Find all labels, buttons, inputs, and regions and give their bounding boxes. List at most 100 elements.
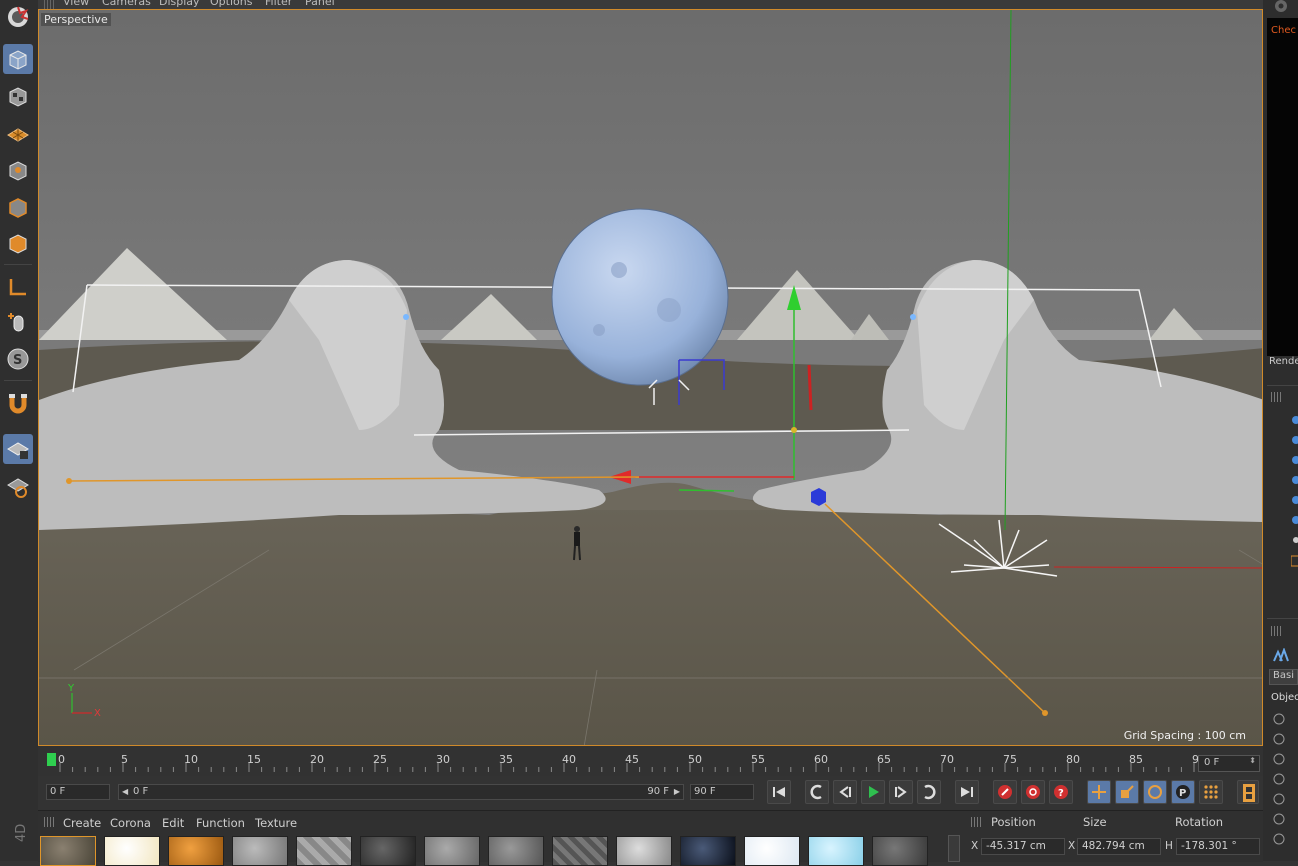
film-strip-icon[interactable] — [1237, 780, 1259, 804]
size-x-field[interactable]: 482.794 cm — [1077, 838, 1161, 855]
timeline-tick-label: 85 — [1129, 753, 1143, 766]
range-left-arrow-icon: ◀ — [122, 787, 129, 796]
perspective-viewport[interactable]: Perspective Y X Grid Spacing : 100 cm — [38, 9, 1263, 746]
render-check-text: Chec — [1271, 25, 1296, 36]
menu-corona[interactable]: Corona — [110, 816, 151, 830]
workplane-mode-icon[interactable] — [3, 118, 33, 148]
end-frame-field[interactable]: 90 F — [690, 784, 754, 800]
next-key-button[interactable] — [917, 780, 941, 804]
edges-mode-icon[interactable] — [3, 192, 33, 222]
key-parameter-icon[interactable]: P — [1171, 780, 1195, 804]
prev-key-button[interactable] — [805, 780, 829, 804]
timeline[interactable]: 051015202530354045505560657075808590 0 F… — [38, 746, 1263, 776]
grid-spacing-label: Grid Spacing : 100 cm — [1123, 729, 1246, 742]
range-slider[interactable]: ◀ 0 F 90 F ▶ — [118, 784, 684, 800]
locked-workplane-icon[interactable] — [3, 434, 33, 464]
svg-text:S: S — [13, 353, 22, 368]
timeline-tick-label: 5 — [121, 753, 128, 766]
material-swatch[interactable] — [296, 836, 352, 866]
timeline-tick-label: 0 — [58, 753, 65, 766]
svg-text:?: ? — [1058, 788, 1064, 799]
menu-view[interactable]: View — [63, 0, 89, 8]
timeline-tick-label: 65 — [877, 753, 891, 766]
material-swatch[interactable] — [360, 836, 416, 866]
material-swatch[interactable] — [168, 836, 224, 866]
start-frame-field[interactable]: 0 F — [46, 784, 110, 800]
key-rotation-icon[interactable] — [1143, 780, 1167, 804]
attributes-mode-icon[interactable] — [1273, 647, 1289, 662]
scene-render — [39, 10, 1262, 745]
timeline-tick-label: 50 — [688, 753, 702, 766]
axis-mode-icon[interactable] — [3, 272, 33, 302]
record-keys-icon[interactable] — [993, 780, 1017, 804]
model-mode-icon[interactable] — [3, 44, 33, 74]
app-corner-label: 4D — [14, 823, 29, 842]
goto-end-button[interactable] — [955, 780, 979, 804]
material-swatch[interactable] — [616, 836, 672, 866]
timeline-tick-label: 30 — [436, 753, 450, 766]
play-button[interactable] — [861, 780, 885, 804]
material-swatch[interactable] — [40, 836, 96, 866]
radio-list[interactable] — [1273, 712, 1285, 852]
material-swatch[interactable] — [424, 836, 480, 866]
menu-filter[interactable]: Filter — [265, 0, 292, 8]
next-frame-button[interactable] — [889, 780, 913, 804]
planar-workplane-icon[interactable] — [3, 472, 33, 502]
key-scale-icon[interactable] — [1115, 780, 1139, 804]
viewport-label[interactable]: Perspective — [41, 13, 111, 26]
key-position-icon[interactable] — [1087, 780, 1111, 804]
goto-start-button[interactable] — [767, 780, 791, 804]
rotation-h-label: H — [1165, 840, 1173, 852]
timeline-tick-label: 60 — [814, 753, 828, 766]
playhead-marker[interactable] — [47, 753, 56, 766]
axis-x-label: X — [94, 708, 101, 719]
tweak-mode-icon[interactable] — [3, 308, 33, 338]
timeline-tick-label: 80 — [1066, 753, 1080, 766]
current-frame-value: 0 F — [1204, 757, 1220, 768]
material-swatch[interactable] — [488, 836, 544, 866]
menu-panel[interactable]: Panel — [305, 0, 335, 8]
keyframe-help-icon[interactable]: ? — [1049, 780, 1073, 804]
material-swatch[interactable] — [680, 836, 736, 866]
material-swatch[interactable] — [232, 836, 288, 866]
timeline-tick-label: 40 — [562, 753, 576, 766]
prev-frame-button[interactable] — [833, 780, 857, 804]
start-frame-value: 0 F — [50, 786, 66, 797]
menu-options[interactable]: Options — [210, 0, 252, 8]
settings-gear-icon[interactable] — [1269, 0, 1293, 16]
basic-tab[interactable]: Basi — [1269, 669, 1298, 685]
menu-cameras[interactable]: Cameras — [102, 0, 151, 8]
spin-arrows-icon: ⬍ — [1249, 756, 1256, 765]
snap-icon[interactable]: S — [3, 344, 33, 374]
points-mode-icon[interactable] — [3, 155, 33, 185]
timeline-tick-label: 45 — [625, 753, 639, 766]
menu-function[interactable]: Function — [196, 816, 245, 830]
timeline-tick-label: 20 — [310, 753, 324, 766]
current-frame-field[interactable]: 0 F ⬍ — [1198, 755, 1260, 772]
material-swatch[interactable] — [744, 836, 800, 866]
material-swatch[interactable] — [552, 836, 608, 866]
material-swatch[interactable] — [808, 836, 864, 866]
svg-text:P: P — [1179, 788, 1186, 799]
material-scrollbar[interactable] — [948, 835, 960, 862]
cinema4d-logo-icon[interactable] — [3, 2, 33, 32]
menu-edit[interactable]: Edit — [162, 816, 184, 830]
polygons-mode-icon[interactable] — [3, 228, 33, 258]
timeline-tick-label: 55 — [751, 753, 765, 766]
rotation-h-field[interactable]: -178.301 ° — [1176, 838, 1260, 855]
material-swatch[interactable] — [872, 836, 928, 866]
menu-display[interactable]: Display — [159, 0, 200, 8]
render-label: Rende — [1269, 356, 1298, 367]
transport-bar: 0 F ◀ 0 F 90 F ▶ 90 F ? P — [38, 776, 1263, 810]
autokey-icon[interactable] — [1021, 780, 1045, 804]
magnet-icon[interactable] — [3, 389, 33, 419]
axis-y-label: Y — [68, 683, 75, 694]
menu-texture[interactable]: Texture — [255, 816, 297, 830]
key-pla-icon[interactable] — [1199, 780, 1223, 804]
texture-mode-icon[interactable] — [3, 81, 33, 111]
object-section-label: Objec — [1271, 692, 1298, 703]
render-view[interactable] — [1267, 18, 1298, 356]
position-x-field[interactable]: -45.317 cm — [981, 838, 1065, 855]
material-swatch[interactable] — [104, 836, 160, 866]
menu-create[interactable]: Create — [63, 816, 101, 830]
